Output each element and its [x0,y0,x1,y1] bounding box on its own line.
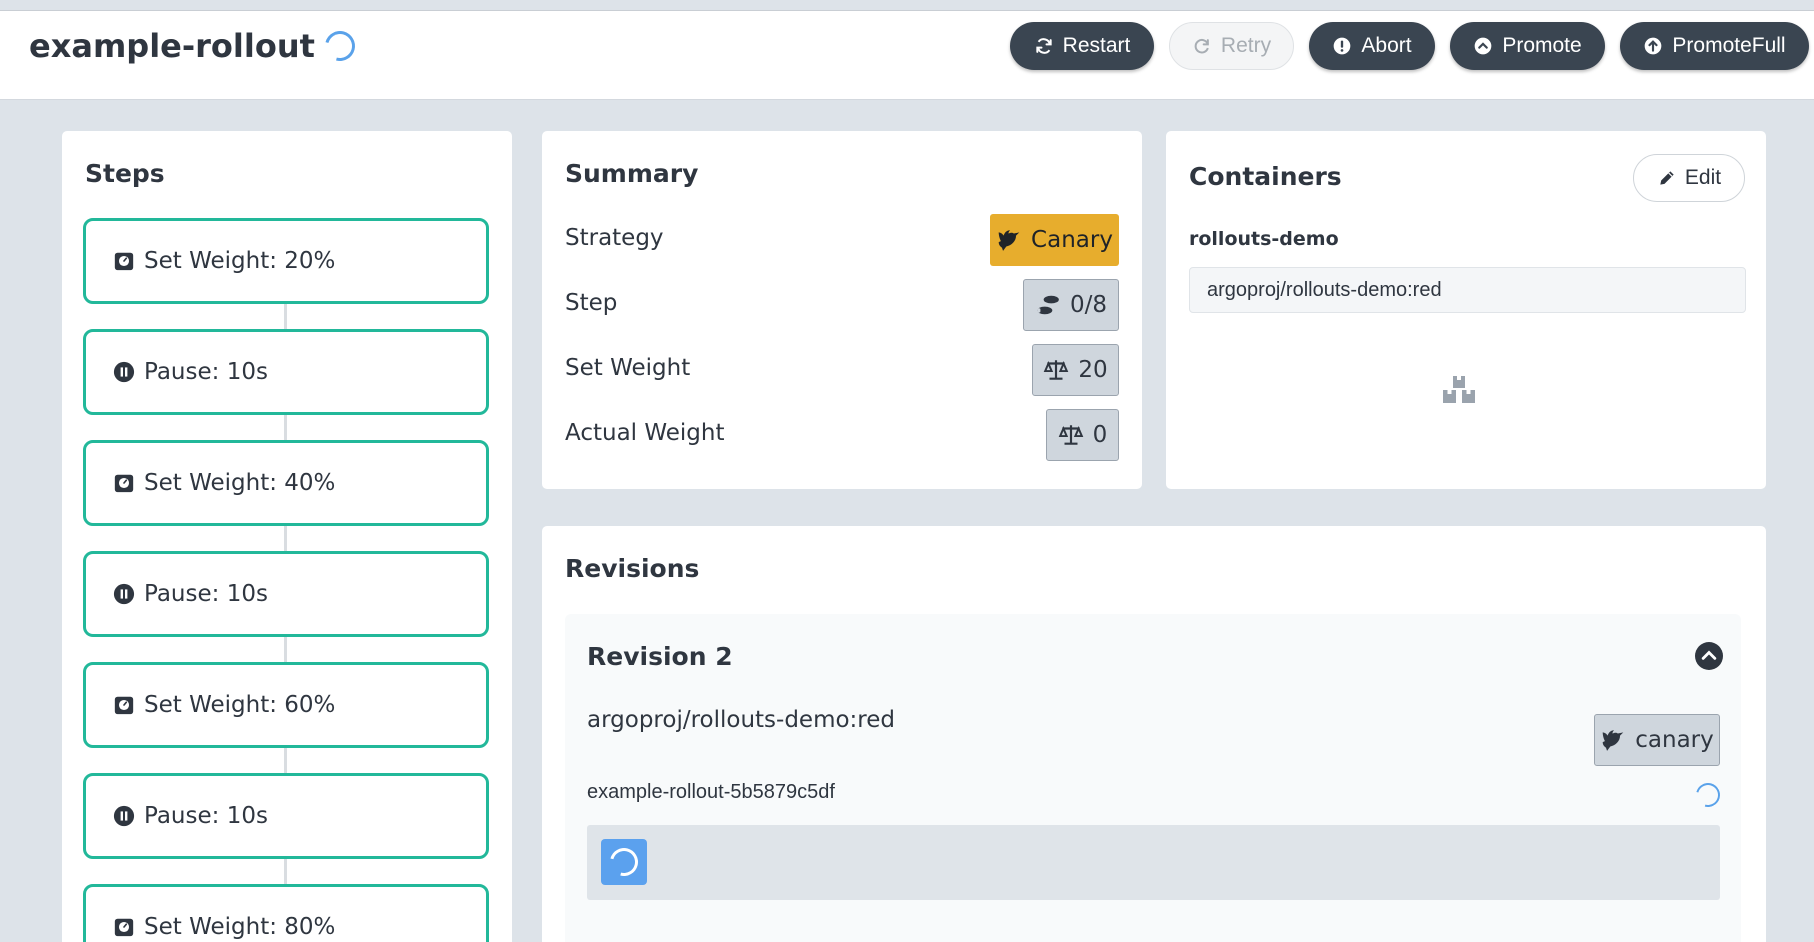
summary-title: Summary [565,159,699,188]
pencil-icon [1660,171,1674,185]
pause-icon [113,361,135,383]
boxes-icon [1443,376,1475,403]
pod-spinner-icon [604,842,644,882]
step-item[interactable]: Pause: 10s [83,551,489,637]
step-item[interactable]: Pause: 10s [83,329,489,415]
refresh-icon [1035,38,1052,54]
strategy-badge: Canary [990,214,1119,266]
shoe-prints-icon [1037,295,1059,315]
balance-scale-icon [1058,425,1083,445]
set-weight-badge: 20 [1032,344,1119,396]
rollout-title: example-rollout [29,24,361,68]
containers-title: Containers [1189,162,1342,191]
summary-panel: Summary Strategy Canary Step 0/8 Set Wei… [542,131,1142,489]
step-connector [284,637,287,665]
weight-icon [114,252,134,271]
revision-image: argoproj/rollouts-demo:red [587,707,896,733]
step-item[interactable]: Set Weight: 80% [83,884,489,942]
revisions-panel: Revisions Revision 2 argoproj/rollouts-d… [542,526,1766,942]
promote-full-button[interactable]: PromoteFull [1620,22,1809,70]
step-item[interactable]: Set Weight: 40% [83,440,489,526]
retry-button[interactable]: Retry [1169,22,1294,70]
steps-panel: Steps Set Weight: 20% Pause: 10s Set Wei… [62,131,512,942]
pods-strip [587,825,1720,900]
revision-card: Revision 2 argoproj/rollouts-demo:red ca… [565,614,1741,942]
container-image-input[interactable]: argoproj/rollouts-demo:red [1189,267,1746,313]
pause-icon [113,805,135,827]
replicaset-spinner-icon [1691,778,1725,812]
step-connector [284,859,287,887]
chevron-up-circle-icon [1474,37,1492,55]
revisions-title: Revisions [565,554,700,583]
exclamation-circle-icon [1334,37,1351,55]
strategy-label: Strategy [565,225,664,251]
balance-scale-icon [1044,360,1069,380]
step-connector [284,748,287,776]
replicaset-name: example-rollout-5b5879c5df [587,781,835,803]
actual-weight-badge: 0 [1046,409,1119,461]
step-connector [284,415,287,443]
weight-icon [114,918,134,937]
step-connector [284,526,287,554]
top-header: example-rollout Restart Retry Abort Prom… [0,10,1814,100]
chevron-up-circle-icon[interactable] [1695,642,1723,670]
step-item[interactable]: Set Weight: 60% [83,662,489,748]
restart-button[interactable]: Restart [1010,22,1154,70]
container-name: rollouts-demo [1189,228,1339,250]
promote-button[interactable]: Promote [1450,22,1605,70]
steps-title: Steps [85,159,165,188]
canary-bird-icon [1602,730,1624,751]
step-label: Step [565,290,618,316]
containers-panel: Containers Edit rollouts-demo argoproj/r… [1166,131,1766,489]
weight-icon [114,474,134,493]
canary-badge: canary [1594,714,1720,766]
actual-weight-label: Actual Weight [565,420,725,446]
step-connector [284,304,287,332]
weight-icon [114,696,134,715]
canary-bird-icon [998,230,1020,251]
edit-containers-button[interactable]: Edit [1633,154,1745,202]
progressing-spinner-icon [319,25,361,67]
set-weight-label: Set Weight [565,355,691,381]
rollout-name: example-rollout [29,27,315,65]
step-item[interactable]: Pause: 10s [83,773,489,859]
pause-icon [113,583,135,605]
pod-progressing[interactable] [601,839,647,885]
abort-button[interactable]: Abort [1309,22,1435,70]
step-badge: 0/8 [1023,279,1119,331]
revision-title: Revision 2 [587,642,733,671]
arrow-up-circle-icon [1645,37,1662,55]
step-item[interactable]: Set Weight: 20% [83,218,489,304]
redo-icon [1194,38,1209,54]
